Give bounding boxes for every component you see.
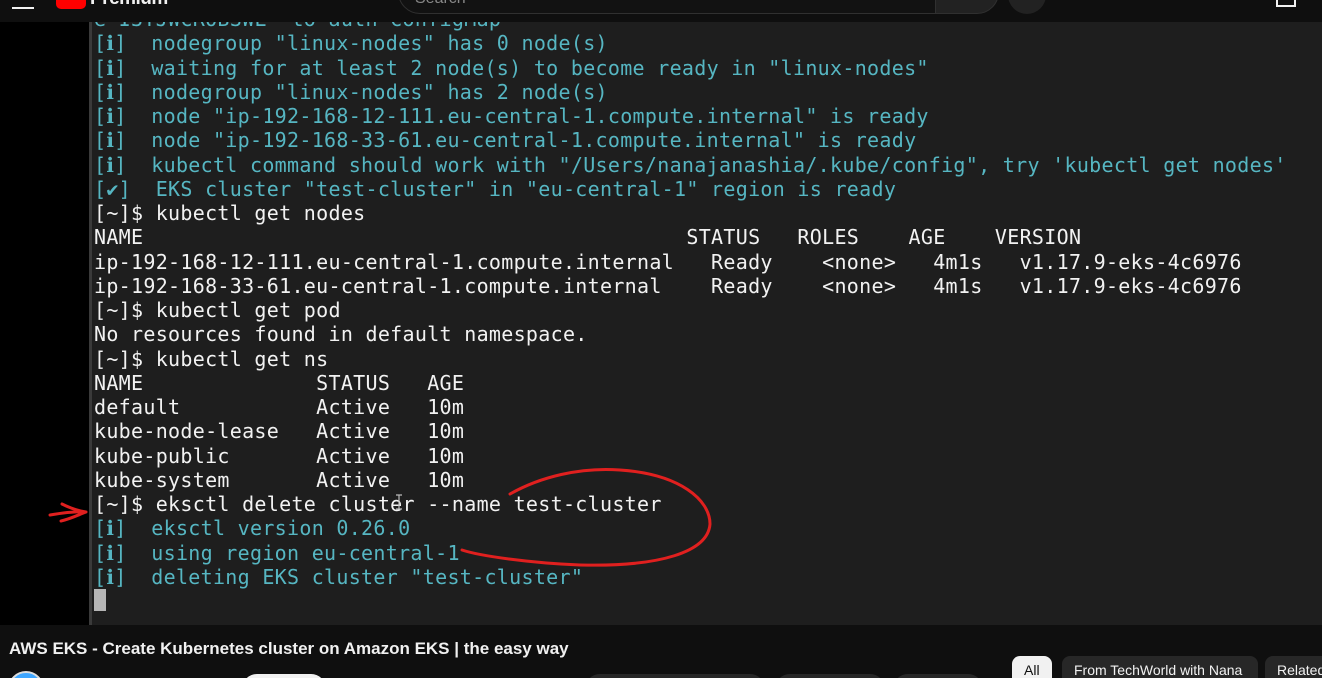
brand-label: Premium <box>90 0 168 10</box>
hamburger-menu-icon[interactable] <box>12 0 34 9</box>
terminal-line: default Active 10m <box>94 395 465 419</box>
subscribe-button[interactable] <box>242 674 326 678</box>
terminal-line: [✔] EKS cluster "test-cluster" in "eu-ce… <box>94 176 897 201</box>
share-button[interactable] <box>775 674 885 678</box>
terminal-line: [ℹ] nodegroup "linux-nodes" has 2 node(s… <box>94 79 608 104</box>
chip-from-channel[interactable]: From TechWorld with Nana <box>1062 656 1258 678</box>
terminal-line: [~]$ eksctl delete cluster --name test-c… <box>94 492 662 516</box>
youtube-logo-icon[interactable] <box>56 0 86 9</box>
like-dislike-button[interactable] <box>585 674 765 678</box>
terminal-line: [ℹ] deleting EKS cluster "test-cluster" <box>94 564 584 589</box>
annotation-arrow <box>48 502 88 523</box>
terminal-line: [~]$ kubectl get pod <box>94 298 341 322</box>
terminal-prompt-line <box>94 589 1287 613</box>
terminal-window: e-I3TJWCROBSWL" to auth ConfigMap[ℹ] nod… <box>89 22 1322 625</box>
terminal-line: ip-192-168-12-111.eu-central-1.compute.i… <box>94 249 1242 274</box>
channel-avatar[interactable] <box>8 671 44 678</box>
terminal-cursor <box>94 589 106 611</box>
terminal-output: e-I3TJWCROBSWL" to auth ConfigMap[ℹ] nod… <box>94 22 1287 613</box>
video-title: AWS EKS - Create Kubernetes cluster on A… <box>9 639 569 658</box>
search-input[interactable]: Search <box>398 0 936 14</box>
search-button[interactable] <box>935 0 999 14</box>
text-cursor-icon <box>396 494 402 510</box>
terminal-line: NAME STATUS AGE <box>94 370 465 395</box>
terminal-line: [ℹ] using region eu-central-1 <box>94 540 460 565</box>
chip-related[interactable]: Related <box>1265 656 1322 678</box>
terminal-line: kube-system Active 10m <box>94 467 465 492</box>
terminal-line: [ℹ] node "ip-192-168-12-111.eu-central-1… <box>94 104 929 128</box>
youtube-watch-page: Premium Search e-I3TJWCROBSWL" to auth C… <box>0 0 1322 678</box>
voice-search-button[interactable] <box>1008 0 1046 14</box>
terminal-line: [ℹ] waiting for at least 2 node(s) to be… <box>94 55 929 80</box>
terminal-line: ip-192-168-33-61.eu-central-1.compute.in… <box>94 273 1242 298</box>
terminal-line: [ℹ] kubectl command should work with "/U… <box>94 152 1287 177</box>
download-button[interactable] <box>893 674 983 678</box>
terminal-line: [ℹ] nodegroup "linux-nodes" has 0 node(s… <box>94 31 608 56</box>
terminal-line: kube-node-lease Active 10m <box>94 419 465 444</box>
create-video-icon[interactable] <box>1276 0 1296 7</box>
terminal-line: kube-public Active 10m <box>94 443 465 468</box>
top-bar: Premium Search <box>0 0 1322 22</box>
terminal-line: [~]$ kubectl get ns <box>94 346 329 371</box>
terminal-line: [ℹ] node "ip-192-168-33-61.eu-central-1.… <box>94 128 917 153</box>
chip-all[interactable]: All <box>1012 656 1052 678</box>
terminal-line: [~]$ kubectl get nodes <box>94 201 366 225</box>
video-player[interactable]: e-I3TJWCROBSWL" to auth ConfigMap[ℹ] nod… <box>0 22 1322 625</box>
terminal-line: [ℹ] eksctl version 0.26.0 <box>94 516 411 541</box>
terminal-line: No resources found in default namespace. <box>94 322 588 347</box>
terminal-line: NAME STATUS ROLES AGE VERSION <box>94 225 1082 250</box>
terminal-line: e-I3TJWCROBSWL" to auth ConfigMap <box>94 22 1287 31</box>
